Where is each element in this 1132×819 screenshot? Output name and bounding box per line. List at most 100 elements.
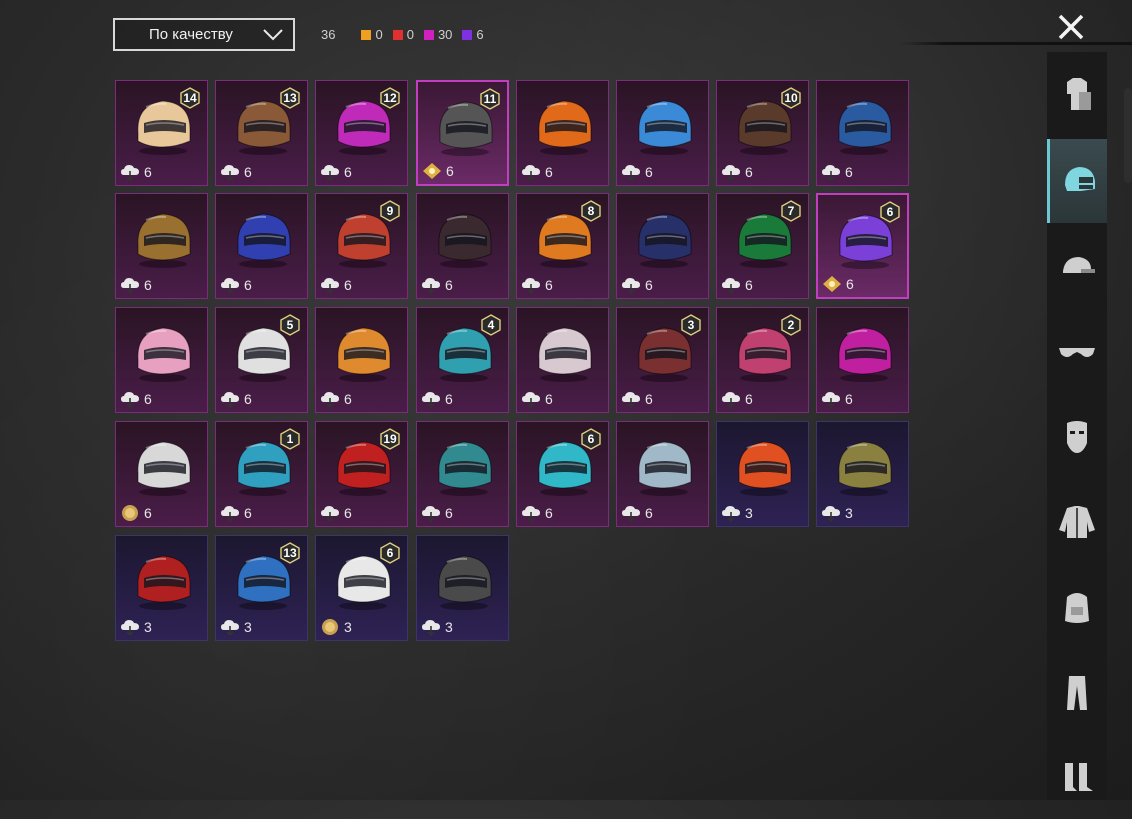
helmet-item-card[interactable]: 6	[416, 421, 509, 527]
level-value: 9	[386, 204, 394, 218]
helmet-item-card[interactable]: 19 6	[315, 421, 408, 527]
price-tag: 6	[220, 276, 252, 294]
level-value: 10	[784, 91, 798, 105]
helmet-item-card[interactable]: 13 3	[215, 535, 308, 641]
helmet-item-card[interactable]: 6	[115, 307, 208, 413]
sort-dropdown[interactable]: По качеству	[113, 18, 295, 51]
helmet-image	[838, 100, 892, 155]
close-button[interactable]	[1052, 8, 1090, 46]
helmet-item-card[interactable]: 46	[416, 307, 509, 413]
level-value: 13	[283, 546, 297, 560]
helmet-item-card[interactable]: 3	[115, 535, 208, 641]
helmet-item-card[interactable]: 76	[716, 193, 809, 299]
sidebar-item-jacket[interactable]	[1047, 480, 1107, 564]
cloud-currency-icon	[422, 278, 440, 294]
price-value: 6	[545, 505, 553, 521]
helmet-item-card[interactable]: 6	[115, 193, 208, 299]
helmet-item-card[interactable]: 3	[716, 421, 809, 527]
helmet-item-card[interactable]: 6	[616, 80, 709, 186]
helmet-item-card[interactable]: 6	[816, 80, 909, 186]
sidebar-scrollbar[interactable]	[1124, 88, 1132, 183]
helmet-item-card[interactable]: 56	[215, 307, 308, 413]
cloud-currency-icon	[622, 165, 640, 181]
sidebar-item-helmet[interactable]	[1047, 139, 1107, 223]
helmet-item-card[interactable]: 6	[616, 193, 709, 299]
helmet-item-card[interactable]: 66	[816, 193, 909, 299]
helmet-item-card[interactable]: 6	[416, 193, 509, 299]
level-badge: 7	[780, 200, 802, 222]
cloud-currency-icon	[221, 278, 239, 294]
price-value: 6	[244, 277, 252, 293]
divider	[900, 42, 1132, 45]
cloud-currency-icon	[522, 278, 540, 294]
helmet-item-card[interactable]: 3	[816, 421, 909, 527]
level-badge: 9	[379, 200, 401, 222]
price-value: 6	[445, 277, 453, 293]
helmet-item-card[interactable]: 11 6	[416, 80, 509, 186]
price-value: 6	[144, 391, 152, 407]
rarity-counts: 36 0 0 30 6	[321, 27, 494, 42]
helmet-item-card[interactable]: 3	[416, 535, 509, 641]
gold-diamond-currency-icon	[823, 276, 841, 292]
sidebar-item-glasses[interactable]	[1047, 310, 1107, 394]
helmet-item-card[interactable]: 13 6	[215, 80, 308, 186]
helmet-image	[137, 441, 191, 496]
level-badge: 12	[379, 87, 401, 109]
helmet-item-card[interactable]: 12 6	[315, 80, 408, 186]
outfit-icon	[1067, 78, 1091, 110]
helmet-item-card[interactable]: 6	[516, 80, 609, 186]
red-square-icon	[392, 29, 403, 40]
cloud-currency-icon	[522, 165, 540, 181]
helmet-item-card[interactable]: 14 6	[115, 80, 208, 186]
level-value: 13	[283, 91, 297, 105]
price-tag: 3	[120, 618, 152, 636]
sidebar-item-outfit[interactable]	[1047, 52, 1107, 136]
helmet-item-card[interactable]: 26	[716, 307, 809, 413]
sidebar-item-backpack[interactable]	[1047, 565, 1107, 649]
sidebar-item-mask[interactable]	[1047, 395, 1107, 479]
cloud-currency-icon	[822, 506, 840, 522]
helmet-item-card[interactable]: 6	[315, 307, 408, 413]
helmet-item-card[interactable]: 96	[315, 193, 408, 299]
cloud-currency-icon	[321, 278, 339, 294]
price-value: 3	[244, 619, 252, 635]
price-value: 6	[144, 277, 152, 293]
level-badge: 10	[780, 87, 802, 109]
glasses-icon	[1059, 348, 1095, 357]
helmet-image	[638, 100, 692, 155]
price-value: 6	[846, 276, 854, 292]
level-value: 6	[386, 546, 394, 560]
helmet-item-card[interactable]: 16	[215, 421, 308, 527]
helmet-item-card[interactable]: 6	[115, 421, 208, 527]
cloud-currency-icon	[722, 506, 740, 522]
sidebar-item-shoes[interactable]	[1047, 735, 1107, 819]
helmet-item-card[interactable]: 36	[616, 307, 709, 413]
helmet-item-card[interactable]: 66	[516, 421, 609, 527]
helmet-item-card[interactable]: 86	[516, 193, 609, 299]
cloud-currency-icon	[121, 620, 139, 636]
cloud-currency-icon	[321, 165, 339, 181]
helmet-item-card[interactable]: 6	[816, 307, 909, 413]
price-value: 6	[645, 391, 653, 407]
sidebar-item-hat[interactable]	[1047, 225, 1107, 309]
level-badge: 2	[780, 314, 802, 336]
price-value: 6	[446, 163, 454, 179]
helmet-image	[137, 327, 191, 382]
helmet-item-card[interactable]: 6	[516, 307, 609, 413]
price-value: 6	[344, 391, 352, 407]
helmet-item-card[interactable]: 10 6	[716, 80, 809, 186]
sidebar-item-pants[interactable]	[1047, 650, 1107, 734]
price-tag: 6	[320, 163, 352, 181]
cloud-currency-icon	[822, 165, 840, 181]
price-value: 6	[545, 164, 553, 180]
helmet-item-card[interactable]: 6	[616, 421, 709, 527]
helmet-item-card[interactable]: 63	[315, 535, 408, 641]
cloud-currency-icon	[522, 392, 540, 408]
level-badge: 6	[580, 428, 602, 450]
price-tag: 6	[120, 504, 152, 522]
helmet-item-card[interactable]: 6	[215, 193, 308, 299]
rarity-count-gold: 0	[361, 27, 383, 42]
price-value: 6	[745, 164, 753, 180]
close-icon	[1058, 14, 1084, 40]
price-value: 6	[445, 391, 453, 407]
